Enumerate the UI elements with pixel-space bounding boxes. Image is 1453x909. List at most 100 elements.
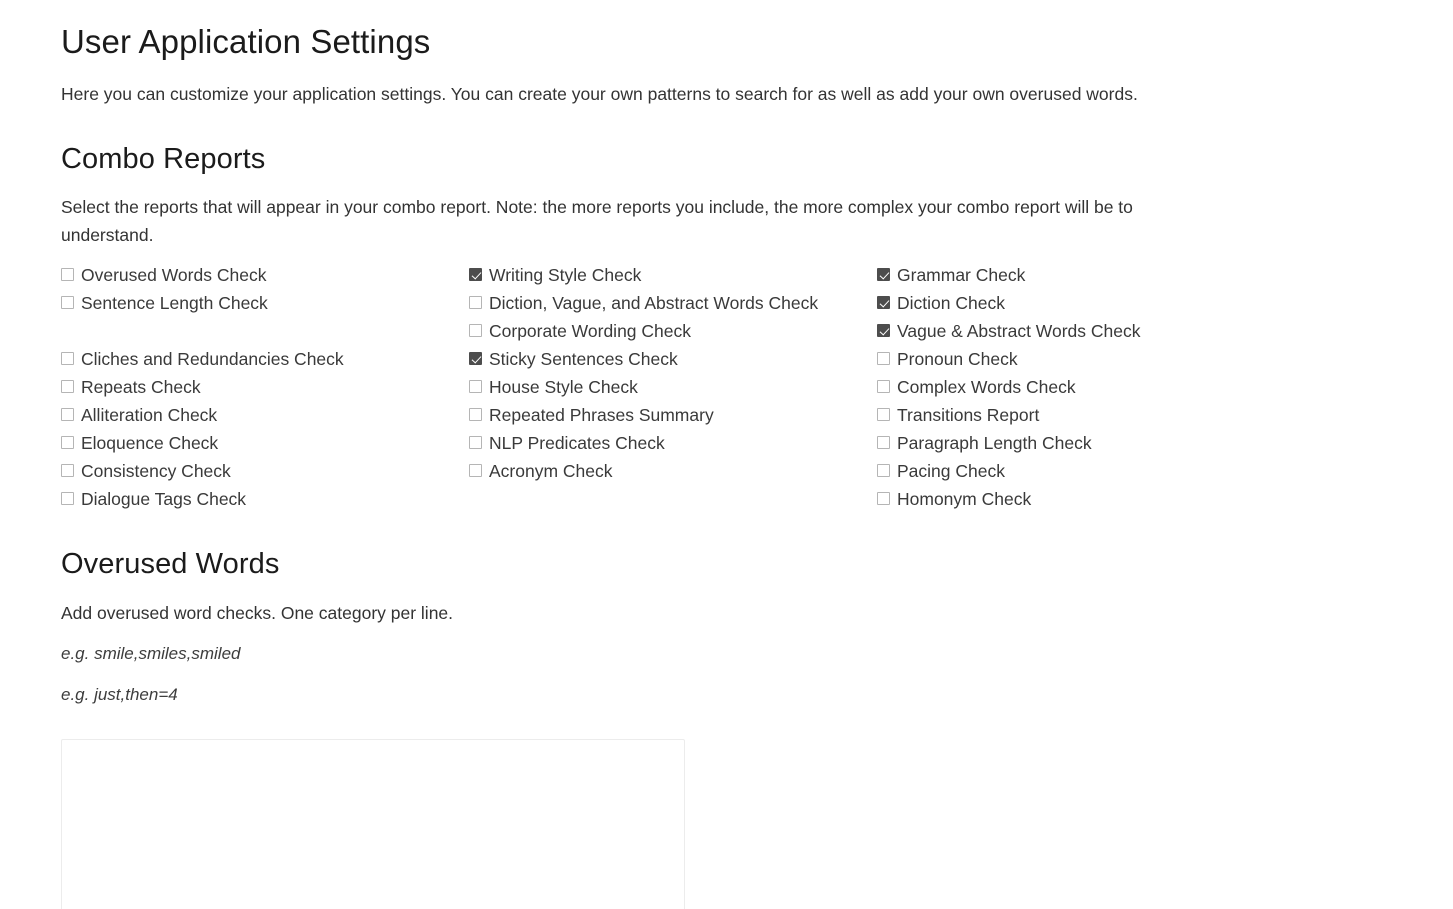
checkbox-checked-icon[interactable] xyxy=(877,324,890,338)
checkbox-unchecked-icon[interactable] xyxy=(469,296,482,310)
checkbox-unchecked-icon[interactable] xyxy=(877,352,890,366)
checkbox-sentence-length-check[interactable]: Sentence Length Check xyxy=(61,289,469,317)
checkbox-label: Cliches and Redundancies Check xyxy=(81,349,344,370)
checkbox-diction-check[interactable]: Diction Check xyxy=(877,289,1285,317)
checkbox-homonym-check[interactable]: Homonym Check xyxy=(877,485,1285,513)
checkbox-label: Pronoun Check xyxy=(897,349,1018,370)
checkbox-unchecked-icon[interactable] xyxy=(877,408,890,422)
checkbox-overused-words-check[interactable]: Overused Words Check xyxy=(61,261,469,289)
checkbox-cell: NLP Predicates Check xyxy=(469,429,877,457)
checkbox-cell: Repeats Check xyxy=(61,373,469,401)
checkbox-cell: Pronoun Check xyxy=(877,345,1285,373)
checkbox-cliches-and-redundancies-check[interactable]: Cliches and Redundancies Check xyxy=(61,345,469,373)
overused-words-textarea[interactable] xyxy=(61,739,685,909)
checkbox-cell: Grammar Check xyxy=(877,261,1285,289)
checkbox-unchecked-icon[interactable] xyxy=(61,492,74,506)
checkbox-unchecked-icon[interactable] xyxy=(61,296,74,310)
checkbox-checked-icon[interactable] xyxy=(469,352,482,366)
checkbox-unchecked-icon[interactable] xyxy=(469,408,482,422)
checkbox-repeats-check[interactable]: Repeats Check xyxy=(61,373,469,401)
checkbox-checked-icon[interactable] xyxy=(469,268,482,282)
checkbox-checked-icon[interactable] xyxy=(877,296,890,310)
checkbox-cell: Cliches and Redundancies Check xyxy=(61,345,469,373)
checkbox-label: Transitions Report xyxy=(897,405,1040,426)
checkbox-unchecked-icon[interactable] xyxy=(877,380,890,394)
checkbox-eloquence-check[interactable]: Eloquence Check xyxy=(61,429,469,457)
overused-words-heading: Overused Words xyxy=(61,548,280,581)
checkbox-unchecked-icon[interactable] xyxy=(877,464,890,478)
checkbox-unchecked-icon[interactable] xyxy=(61,352,74,366)
checkbox-complex-words-check[interactable]: Complex Words Check xyxy=(877,373,1285,401)
checkbox-cell: Pacing Check xyxy=(877,457,1285,485)
checkbox-dialogue-tags-check[interactable]: Dialogue Tags Check xyxy=(61,485,469,513)
checkbox-unchecked-icon[interactable] xyxy=(469,324,482,338)
checkbox-unchecked-icon[interactable] xyxy=(61,268,74,282)
checkbox-diction-vague-and-abstract-words-check[interactable]: Diction, Vague, and Abstract Words Check xyxy=(469,289,877,317)
checkbox-alliteration-check[interactable]: Alliteration Check xyxy=(61,401,469,429)
overused-words-description: Add overused word checks. One category p… xyxy=(61,603,454,624)
checkbox-cell: Vague & Abstract Words Check xyxy=(877,317,1285,345)
checkbox-sticky-sentences-check[interactable]: Sticky Sentences Check xyxy=(469,345,877,373)
checkbox-cell: Consistency Check xyxy=(61,457,469,485)
checkbox-label: Complex Words Check xyxy=(897,377,1076,398)
checkbox-cell: Dialogue Tags Check xyxy=(61,485,469,513)
checkbox-unchecked-icon[interactable] xyxy=(469,380,482,394)
checkbox-corporate-wording-check[interactable]: Corporate Wording Check xyxy=(469,317,877,345)
checkbox-cell: Transitions Report xyxy=(877,401,1285,429)
grid-empty-cell xyxy=(469,485,877,513)
checkbox-consistency-check[interactable]: Consistency Check xyxy=(61,457,469,485)
checkbox-label: Alliteration Check xyxy=(81,405,218,426)
checkbox-pronoun-check[interactable]: Pronoun Check xyxy=(877,345,1285,373)
checkbox-cell: Alliteration Check xyxy=(61,401,469,429)
checkbox-cell: Complex Words Check xyxy=(877,373,1285,401)
checkbox-unchecked-icon[interactable] xyxy=(61,464,74,478)
checkbox-label: Corporate Wording Check xyxy=(489,321,691,342)
checkbox-unchecked-icon[interactable] xyxy=(877,436,890,450)
checkbox-unchecked-icon[interactable] xyxy=(877,492,890,506)
checkbox-cell: Acronym Check xyxy=(469,457,877,485)
checkbox-cell: Overused Words Check xyxy=(61,261,469,289)
checkbox-unchecked-icon[interactable] xyxy=(469,464,482,478)
checkbox-label: Diction, Vague, and Abstract Words Check xyxy=(489,293,819,314)
settings-page: User Application Settings Here you can c… xyxy=(0,0,1453,909)
checkbox-label: Paragraph Length Check xyxy=(897,433,1092,454)
checkbox-vague-and-abstract-words-check[interactable]: Vague & Abstract Words Check xyxy=(877,317,1285,345)
checkbox-label: Eloquence Check xyxy=(81,433,219,454)
combo-reports-checkbox-grid: Overused Words Check Writing Style Check G… xyxy=(61,261,1311,513)
checkbox-label: Acronym Check xyxy=(489,461,613,482)
checkbox-label: Repeated Phrases Summary xyxy=(489,405,714,426)
checkbox-paragraph-length-check[interactable]: Paragraph Length Check xyxy=(877,429,1285,457)
checkbox-transitions-report[interactable]: Transitions Report xyxy=(877,401,1285,429)
checkbox-unchecked-icon[interactable] xyxy=(61,436,74,450)
checkbox-unchecked-icon[interactable] xyxy=(61,408,74,422)
checkbox-label: Sticky Sentences Check xyxy=(489,349,678,370)
checkbox-nlp-predicates-check[interactable]: NLP Predicates Check xyxy=(469,429,877,457)
checkbox-checked-icon[interactable] xyxy=(877,268,890,282)
checkbox-grammar-check[interactable]: Grammar Check xyxy=(877,261,1285,289)
checkbox-label: Vague & Abstract Words Check xyxy=(897,321,1141,342)
checkbox-label: House Style Check xyxy=(489,377,638,398)
overused-words-example-1: e.g. smile,smiles,smiled xyxy=(61,644,241,664)
checkbox-cell: Diction, Vague, and Abstract Words Check xyxy=(469,289,877,317)
checkbox-repeated-phrases-summary[interactable]: Repeated Phrases Summary xyxy=(469,401,877,429)
checkbox-label: Grammar Check xyxy=(897,265,1026,286)
checkbox-cell: Sticky Sentences Check xyxy=(469,345,877,373)
checkbox-cell: Corporate Wording Check xyxy=(469,317,877,345)
page-intro-text: Here you can customize your application … xyxy=(61,83,1138,104)
checkbox-label: Diction Check xyxy=(897,293,1005,314)
checkbox-label: Overused Words Check xyxy=(81,265,267,286)
checkbox-house-style-check[interactable]: House Style Check xyxy=(469,373,877,401)
checkbox-acronym-check[interactable]: Acronym Check xyxy=(469,457,877,485)
checkbox-cell: House Style Check xyxy=(469,373,877,401)
checkbox-writing-style-check[interactable]: Writing Style Check xyxy=(469,261,877,289)
checkbox-label: Writing Style Check xyxy=(489,265,642,286)
checkbox-cell: Repeated Phrases Summary xyxy=(469,401,877,429)
checkbox-label: Consistency Check xyxy=(81,461,231,482)
checkbox-cell: Eloquence Check xyxy=(61,429,469,457)
checkbox-pacing-check[interactable]: Pacing Check xyxy=(877,457,1285,485)
checkbox-unchecked-icon[interactable] xyxy=(61,380,74,394)
checkbox-cell: Diction Check xyxy=(877,289,1285,317)
checkbox-cell: Sentence Length Check xyxy=(61,289,469,317)
checkbox-label: Homonym Check xyxy=(897,489,1032,510)
checkbox-unchecked-icon[interactable] xyxy=(469,436,482,450)
